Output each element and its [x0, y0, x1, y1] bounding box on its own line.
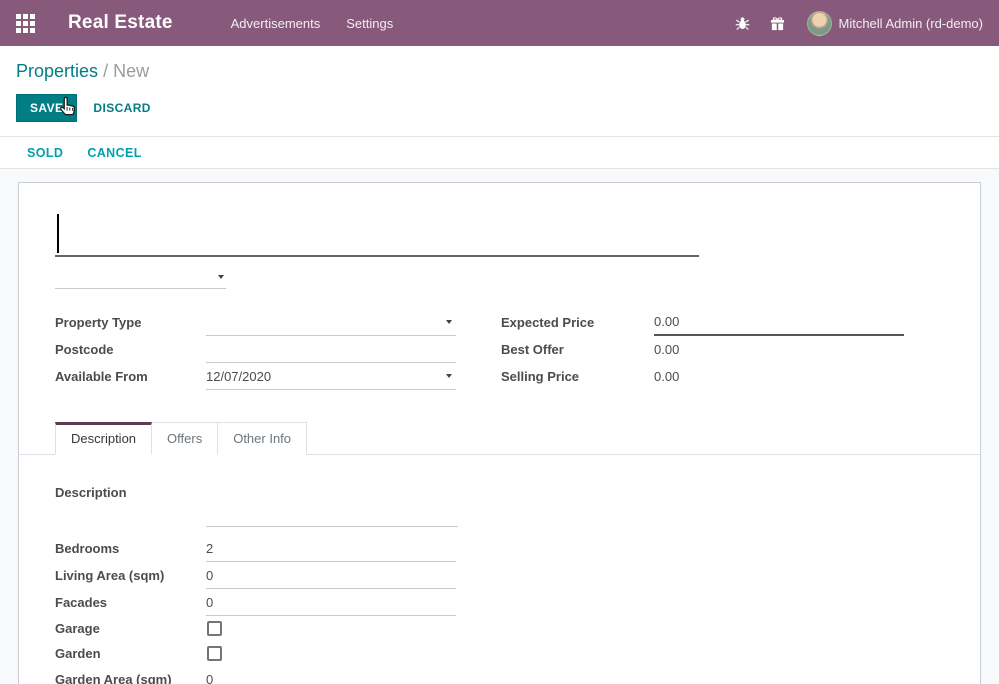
- bug-icon[interactable]: [735, 16, 750, 31]
- property-subtitle-dropdown-input[interactable]: [55, 263, 226, 289]
- field-row-description: Description: [55, 483, 980, 527]
- cancel-button[interactable]: CANCEL: [87, 146, 141, 160]
- tab-description[interactable]: Description: [55, 422, 152, 455]
- field-value: 0: [206, 672, 213, 684]
- chevron-down-icon: [446, 374, 452, 378]
- user-avatar: [807, 11, 832, 36]
- user-name: Mitchell Admin (rd-demo): [839, 16, 984, 31]
- save-button[interactable]: SAVE: [16, 94, 77, 122]
- field-label: Garden Area (sqm): [55, 666, 206, 684]
- text-caret: [57, 214, 59, 253]
- field-label: Facades: [55, 589, 206, 616]
- navbar-right: Mitchell Admin (rd-demo): [715, 11, 984, 36]
- field-row-postcode: Postcode: [55, 336, 456, 363]
- field-value: 2: [206, 541, 213, 556]
- living-area-input[interactable]: 0: [206, 562, 456, 589]
- field-row-available-from: Available From 12/07/2020: [55, 363, 456, 390]
- top-navbar: Real Estate Advertisements Settings: [0, 0, 999, 46]
- chevron-down-icon: [218, 275, 224, 279]
- menu-settings[interactable]: Settings: [346, 12, 393, 35]
- field-label: Best Offer: [501, 336, 654, 363]
- field-row-living-area: Living Area (sqm) 0: [55, 562, 980, 589]
- left-field-column: Property Type Postcode Available From: [55, 309, 456, 390]
- field-row-bedrooms: Bedrooms 2: [55, 535, 980, 562]
- menu-advertisements[interactable]: Advertisements: [231, 12, 321, 35]
- property-name-input[interactable]: [55, 211, 699, 257]
- field-label: Description: [55, 483, 206, 500]
- field-label: Expected Price: [501, 309, 654, 336]
- notebook: Description Offers Other Info Descriptio…: [19, 422, 980, 684]
- property-type-input[interactable]: [206, 309, 456, 336]
- available-from-input[interactable]: 12/07/2020: [206, 363, 456, 390]
- description-fields: Bedrooms 2 Living Area (sqm) 0 Facades: [55, 535, 980, 684]
- tab-offers[interactable]: Offers: [152, 422, 218, 455]
- field-row-selling-price: Selling Price 0.00: [501, 363, 905, 390]
- discard-button[interactable]: DISCARD: [93, 101, 150, 115]
- field-label: Bedrooms: [55, 535, 206, 562]
- postcode-input[interactable]: [206, 336, 456, 363]
- best-offer-value: 0.00: [654, 336, 904, 363]
- app-title[interactable]: Real Estate: [68, 12, 173, 34]
- bedrooms-input[interactable]: 2: [206, 535, 456, 562]
- field-row-property-type: Property Type: [55, 309, 456, 336]
- field-row-garden: Garden: [55, 641, 980, 666]
- user-menu[interactable]: Mitchell Admin (rd-demo): [807, 11, 984, 36]
- gift-icon[interactable]: [770, 16, 785, 31]
- description-textarea[interactable]: [206, 483, 458, 527]
- garden-area-input[interactable]: 0: [206, 666, 456, 684]
- breadcrumb: Properties / New: [0, 46, 999, 82]
- field-row-facades: Facades 0: [55, 589, 980, 616]
- field-value: 0.00: [654, 369, 679, 384]
- field-label: Living Area (sqm): [55, 562, 206, 589]
- garden-checkbox[interactable]: [207, 646, 222, 661]
- apps-grid-icon[interactable]: [16, 14, 35, 33]
- tab-other-info[interactable]: Other Info: [218, 422, 307, 455]
- facades-input[interactable]: 0: [206, 589, 456, 616]
- field-row-garage: Garage: [55, 616, 980, 641]
- sold-button[interactable]: SOLD: [27, 146, 63, 160]
- field-label: Selling Price: [501, 363, 654, 390]
- expected-price-input[interactable]: 0.00: [654, 309, 904, 336]
- navbar-menu: Advertisements Settings: [231, 12, 394, 35]
- field-label: Postcode: [55, 336, 206, 363]
- header-field-grid: Property Type Postcode Available From: [55, 309, 980, 390]
- field-value: 0: [206, 568, 213, 583]
- field-label: Garage: [55, 621, 206, 636]
- action-bar: SAVE DISCARD: [0, 82, 999, 137]
- field-value: 0.00: [654, 314, 679, 329]
- field-value: 0.00: [654, 342, 679, 357]
- field-label: Property Type: [55, 309, 206, 336]
- field-value: 12/07/2020: [206, 369, 271, 384]
- field-label: Garden: [55, 646, 206, 661]
- selling-price-value: 0.00: [654, 363, 904, 390]
- field-row-best-offer: Best Offer 0.00: [501, 336, 905, 363]
- field-label: Available From: [55, 363, 206, 390]
- breadcrumb-separator: /: [103, 61, 108, 81]
- field-value: 0: [206, 595, 213, 610]
- field-row-expected-price: Expected Price 0.00: [501, 309, 905, 336]
- form-status-bar: SOLD CANCEL: [0, 137, 999, 169]
- field-row-garden-area: Garden Area (sqm) 0: [55, 666, 980, 684]
- breadcrumb-current: New: [113, 61, 149, 81]
- form-view-background: Property Type Postcode Available From: [0, 169, 999, 684]
- tab-bar: Description Offers Other Info: [19, 422, 980, 455]
- chevron-down-icon: [446, 320, 452, 324]
- form-sheet: Property Type Postcode Available From: [18, 182, 981, 684]
- tab-content-description: Description Bedrooms 2 Living Area (sqm)…: [19, 455, 980, 684]
- garage-checkbox[interactable]: [207, 621, 222, 636]
- right-field-column: Expected Price 0.00 Best Offer 0.00 Sell…: [501, 309, 905, 390]
- breadcrumb-properties-link[interactable]: Properties: [16, 61, 98, 81]
